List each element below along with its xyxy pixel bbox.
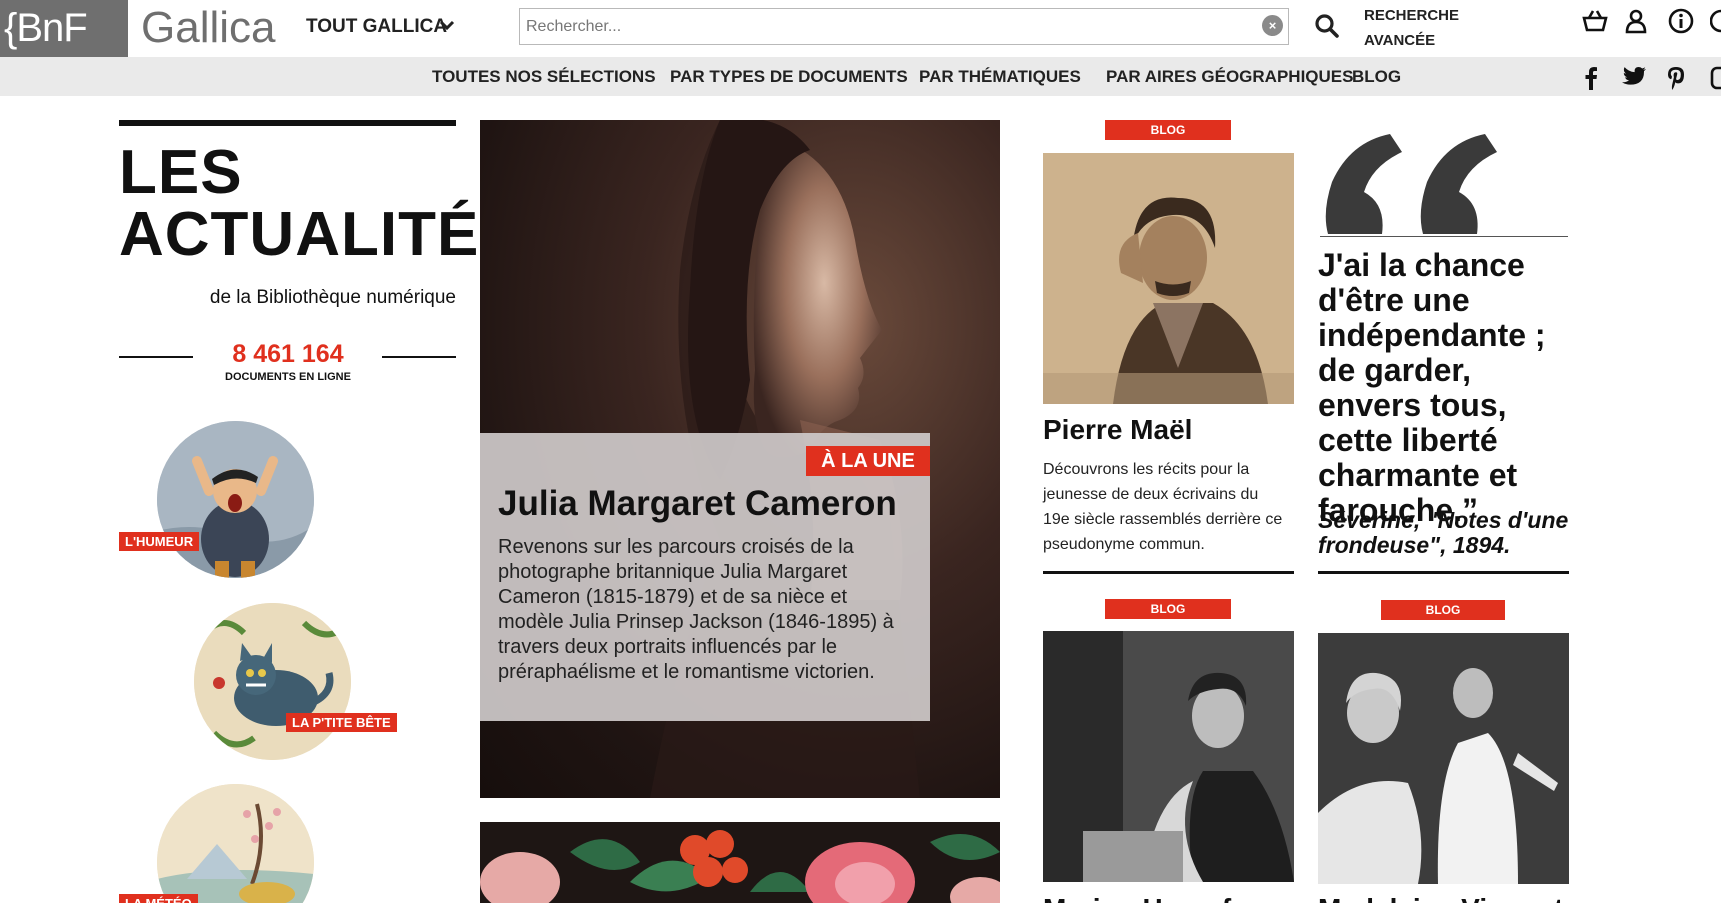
circle-label-humeur[interactable]: L'HUMEUR [119,532,200,551]
quote-text: J'ai la chance d'être une indépendante ;… [1318,247,1546,528]
meteo-thumbnail[interactable] [157,784,314,903]
humeur-thumbnail[interactable] [157,421,314,578]
bnf-logo[interactable]: {BnF [0,0,128,57]
section-top-rule [119,120,456,126]
advanced-search-link[interactable]: RECHERCHE AVANCÉE [1364,3,1464,53]
blog-badge[interactable]: BLOG [1105,599,1231,619]
card-title-marion-heranf[interactable]: Marion Heranf [1043,893,1231,903]
menu-icon[interactable] [1710,8,1721,34]
chevron-down-icon[interactable] [438,16,456,36]
divider [119,356,193,358]
circle-label-ptite-bete[interactable]: LA P'TITE BÊTE [286,713,397,732]
featured-article-description: Revenons sur les parcours croisés de la … [498,536,894,683]
search-input[interactable] [519,8,1289,45]
pierre-mael-photo[interactable] [1043,153,1294,404]
basket-icon[interactable] [1581,8,1609,34]
blog-badge[interactable]: BLOG [1105,120,1231,140]
card-title-madeleine-vionnet[interactable]: Madeleine Vionnet [1318,893,1563,903]
pinterest-icon[interactable] [1667,66,1685,90]
card-divider [1043,571,1294,574]
floral-pattern [480,822,1000,903]
card-description-pierre-mael: Découvrons les récits pour la jeunesse d… [1043,461,1283,553]
ptite-bete-thumbnail[interactable] [194,603,351,760]
clear-search-icon[interactable]: × [1262,15,1283,36]
nav-item-geographic-areas[interactable]: PAR AIRES GÉOGRAPHIQUES [1106,67,1353,87]
user-icon[interactable] [1624,8,1648,34]
featured-article-title[interactable]: Julia Margaret Cameron [498,484,918,524]
marion-heranf-photo[interactable] [1043,631,1294,882]
blog-badge[interactable]: BLOG [1381,600,1505,620]
quote-divider [1320,236,1568,237]
a-la-une-badge: À LA UNE [806,446,930,476]
cartoon-illustration [157,421,314,578]
search-scope-select[interactable]: TOUT GALLICA [306,16,447,38]
bw-portrait [1318,633,1569,884]
instagram-icon[interactable] [1710,66,1721,90]
top-bar: {BnF Gallica TOUT GALLICA × RECHERCHE AV… [0,0,1721,57]
cat-illustration [194,603,351,760]
divider [382,356,456,358]
bw-portrait [1043,631,1294,882]
secondary-feature-image[interactable] [480,822,1000,903]
document-count: 8 461 164 [232,340,344,368]
page-title: LES ACTUALITÉS [119,138,522,269]
card-divider [1318,571,1569,574]
sepia-portrait [1043,153,1294,404]
quote-source: Séverine, "Notes d'une frondeuse", 1894. [1318,507,1569,558]
card-title-pierre-mael[interactable]: Pierre Maël [1043,414,1192,446]
search-icon[interactable] [1314,13,1340,39]
madeleine-vionnet-photo[interactable] [1318,633,1569,884]
circle-label-meteo[interactable]: LA MÉTÉO [119,894,198,903]
page-subtitle: de la Bibliothèque numérique [209,287,456,308]
nav-item-document-types[interactable]: PAR TYPES DE DOCUMENTS [670,67,908,87]
gallica-logo[interactable]: Gallica [141,3,276,53]
nav-item-blog[interactable]: BLOG [1352,67,1401,87]
twitter-icon[interactable] [1621,66,1647,88]
facebook-icon[interactable] [1584,66,1598,90]
landscape-illustration [157,784,314,903]
quote-mark-icon [1325,134,1497,234]
document-count-label: DOCUMENTS EN LIGNE [225,371,351,383]
main-nav: TOUTES NOS SÉLECTIONS PAR TYPES DE DOCUM… [0,57,1721,96]
nav-item-selections[interactable]: TOUTES NOS SÉLECTIONS [432,67,656,87]
nav-item-thematics[interactable]: PAR THÉMATIQUES [919,67,1081,87]
info-icon[interactable] [1668,8,1694,34]
